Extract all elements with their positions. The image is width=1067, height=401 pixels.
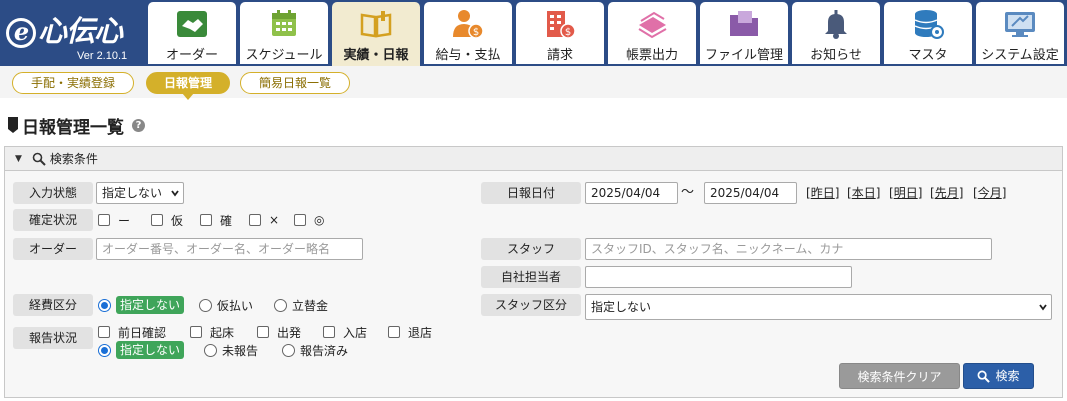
report-none-radio[interactable]: 指定しない	[98, 341, 185, 359]
confirm-status-confirmed-checkbox[interactable]: 確	[200, 211, 232, 229]
staff-label: スタッフ	[481, 238, 581, 260]
subnav-arrange-results[interactable]: 手配・実績登録	[12, 72, 134, 94]
tab-report-output[interactable]: 帳票出力	[608, 2, 696, 64]
app-logo[interactable]: e 心伝心 Ver 2.10.1	[0, 0, 142, 66]
report-wake-checkbox[interactable]: 起床	[190, 323, 234, 341]
tab-billing[interactable]: $ 請求	[516, 2, 604, 64]
caret-down-icon: ▼	[15, 153, 22, 164]
input-status-select[interactable]: 指定しない	[96, 182, 184, 204]
chevron-down-icon	[171, 190, 179, 197]
quick-link-yesterday[interactable]: [昨日]	[806, 182, 839, 204]
expense-none-radio[interactable]: 指定しない	[98, 296, 185, 314]
report-date-from-input[interactable]: 2025/04/04	[585, 182, 678, 204]
report-leave-checkbox[interactable]: 退店	[388, 323, 432, 341]
monitor-settings-icon	[1005, 12, 1035, 37]
company-rep-label: 自社担当者	[481, 266, 581, 288]
report-date-to-input[interactable]: 2025/04/04	[704, 182, 797, 204]
staff-type-label: スタッフ区分	[481, 294, 581, 316]
report-depart-checkbox[interactable]: 出発	[257, 323, 301, 341]
bell-icon	[825, 10, 847, 39]
search-panel: ▼ 検索条件 入力状態 指定しない 確定状況 ー 仮 確 × ◎ オーダー オー…	[4, 146, 1063, 398]
quick-link-tomorrow[interactable]: [明日]	[889, 182, 922, 204]
confirm-status-double-circle-checkbox[interactable]: ◎	[294, 211, 324, 229]
company-rep-input[interactable]	[585, 266, 852, 288]
tab-system-settings[interactable]: システム設定	[976, 2, 1064, 64]
quick-link-today[interactable]: [本日]	[847, 182, 880, 204]
search-icon	[978, 370, 991, 383]
order-label: オーダー	[13, 238, 93, 260]
folder-icon	[730, 11, 758, 36]
tab-order[interactable]: オーダー	[148, 2, 236, 64]
date-range-separator: ～	[681, 185, 695, 200]
quick-link-this-month[interactable]: [今月]	[973, 182, 1006, 204]
staff-search-input[interactable]: スタッフID、スタッフ名、ニックネーム、カナ	[585, 238, 992, 260]
book-icon	[360, 11, 392, 38]
search-panel-title: 検索条件	[49, 152, 98, 166]
report-date-label: 日報日付	[481, 182, 581, 204]
documents-icon	[638, 11, 667, 39]
input-status-label: 入力状態	[13, 182, 93, 204]
search-panel-header[interactable]: ▼ 検索条件	[5, 147, 1062, 171]
staff-type-select[interactable]: 指定しない	[585, 294, 1052, 320]
subnav-daily-report-management[interactable]: 日報管理	[146, 72, 230, 100]
tab-master[interactable]: マスタ	[884, 2, 972, 64]
sub-navigation: 手配・実績登録 日報管理 簡易日報一覧	[0, 66, 1067, 100]
report-arrive-checkbox[interactable]: 入店	[323, 323, 367, 341]
app-version: Ver 2.10.1	[77, 50, 128, 62]
subnav-simple-daily-report-list[interactable]: 簡易日報一覧	[240, 72, 350, 94]
confirm-status-tentative-checkbox[interactable]: 仮	[151, 211, 183, 229]
report-status-label: 報告状況	[13, 327, 93, 349]
expense-type-label: 経費区分	[13, 294, 93, 316]
database-icon	[914, 10, 944, 39]
handshake-icon	[177, 11, 207, 37]
report-unreported-radio[interactable]: 未報告	[204, 341, 258, 359]
tab-salary-payment[interactable]: $ 給与・支払	[424, 2, 512, 64]
search-icon	[32, 152, 46, 166]
tab-schedule[interactable]: スケジュール	[240, 2, 328, 64]
tab-notifications[interactable]: お知らせ	[792, 2, 880, 64]
expense-advance-radio[interactable]: 仮払い	[199, 296, 253, 314]
confirm-status-label: 確定状況	[13, 209, 93, 231]
title-marker-icon	[8, 117, 18, 133]
clear-conditions-button[interactable]: 検索条件クリア	[839, 363, 960, 389]
svg-text:$: $	[565, 27, 571, 38]
app-header: e 心伝心 Ver 2.10.1 オーダー スケジュール 実績・日報 $ 給与・…	[0, 0, 1067, 66]
building-money-icon: $	[547, 11, 576, 39]
person-money-icon: $	[453, 10, 484, 39]
confirm-status-dash-checkbox[interactable]: ー	[98, 211, 130, 229]
help-icon[interactable]: ?	[132, 118, 145, 132]
page-title: 日報管理一覧 ?	[8, 114, 145, 138]
report-prev-day-checkbox[interactable]: 前日確認	[98, 323, 166, 341]
confirm-status-cross-checkbox[interactable]: ×	[249, 211, 279, 229]
search-button[interactable]: 検索	[963, 363, 1034, 389]
svg-text:$: $	[473, 27, 479, 38]
expense-reimburse-radio[interactable]: 立替金	[274, 296, 328, 314]
tab-file-management[interactable]: ファイル管理	[700, 2, 788, 64]
order-search-input[interactable]: オーダー番号、オーダー名、オーダー略名	[96, 238, 363, 260]
quick-link-last-month[interactable]: [先月]	[930, 182, 963, 204]
chevron-down-icon	[1039, 304, 1047, 311]
logo-mark: e 心伝心	[6, 8, 123, 50]
tab-results-daily-report[interactable]: 実績・日報	[332, 2, 420, 66]
calendar-icon	[272, 10, 296, 36]
report-reported-radio[interactable]: 報告済み	[282, 341, 348, 359]
